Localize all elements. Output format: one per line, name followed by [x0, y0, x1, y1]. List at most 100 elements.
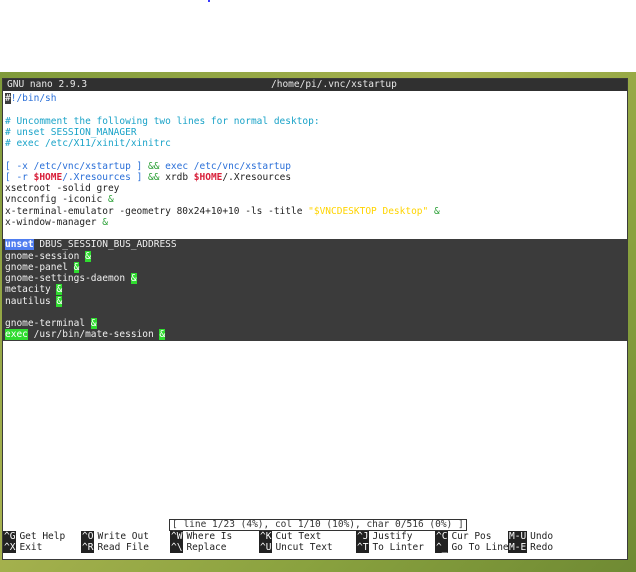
editor-line[interactable]: gnome-settings-daemon &	[3, 273, 627, 285]
shortcut-item[interactable]: ^G Get Help	[3, 531, 65, 542]
shortcut-item[interactable]: ^T To Linter	[356, 542, 424, 553]
code-token: &&	[148, 160, 166, 172]
shortcut-label: To Linter	[372, 542, 424, 553]
code-token: metacity	[5, 284, 57, 296]
shortcut-label: Exit	[19, 542, 43, 553]
editor-line[interactable]: gnome-panel &	[3, 261, 627, 273]
shortcut-label: Where Is	[186, 531, 233, 542]
editor-line[interactable]: gnome-terminal &	[3, 318, 627, 330]
code-token: gnome-terminal	[5, 318, 91, 329]
shortcut-label: Go To Line	[451, 542, 509, 553]
shortcut-item[interactable]: ^\ Replace	[170, 542, 227, 553]
editor-line[interactable]: x-terminal-emulator -geometry 80x24+10+1…	[3, 206, 627, 217]
code-token: xrdb	[165, 171, 194, 183]
code-token: # unset SESSION_MANAGER	[5, 126, 137, 138]
shortcut-label: Cur Pos	[451, 531, 492, 542]
editor-line[interactable]: exec /usr/bin/mate-session &	[3, 329, 627, 341]
code-token: exec /etc/vnc/xstartup	[165, 160, 292, 172]
shortcut-row-2: ^X Exit ^R Read File ^\ Replace ^U Uncut Text ^T…	[3, 542, 627, 553]
code-token: [ -r	[5, 171, 34, 183]
terminal-window[interactable]: GNU nano 2.9.3 /home/pi/.vnc/xstartup #!…	[2, 78, 628, 560]
editor-line[interactable]: x-window-manager &	[3, 217, 627, 228]
shortcut-item[interactable]: ^X Exit	[3, 542, 42, 553]
code-token: x-window-manager	[5, 216, 103, 228]
shortcut-item[interactable]: ^O Write Out	[81, 531, 149, 542]
editor-line[interactable]	[3, 149, 627, 160]
code-token: &	[85, 250, 91, 262]
editor-line[interactable]: # exec /etc/X11/xinit/xinitrc	[3, 138, 627, 149]
code-token: gnome-settings-daemon	[5, 273, 131, 284]
editor-line[interactable]: [ -x /etc/vnc/xstartup ] && exec /etc/vn…	[3, 161, 627, 172]
shortcut-item[interactable]: ^J Justify	[356, 531, 413, 542]
code-token: &	[73, 261, 80, 273]
shortcut-item[interactable]: M-U Undo	[508, 531, 553, 542]
shortcut-key: ^\	[170, 542, 184, 553]
code-token: &&	[148, 171, 166, 183]
code-token: &	[107, 194, 114, 206]
shortcut-label: Read File	[97, 542, 149, 553]
shortcut-label: Cut Text	[275, 531, 322, 542]
shortcut-key: M-U	[508, 531, 528, 542]
code-token: unset	[5, 239, 34, 251]
editor-line[interactable]: #!/bin/sh	[3, 93, 627, 104]
shortcut-item[interactable]: ^R Read File	[81, 542, 149, 553]
shortcut-key: ^J	[356, 531, 370, 542]
shortcut-item[interactable]: ^C Cur Pos	[435, 531, 492, 542]
shortcut-label: Get Help	[19, 531, 66, 542]
shortcut-key: ^T	[356, 542, 370, 553]
app-version: GNU nano 2.9.3	[7, 79, 88, 90]
editor-area[interactable]: #!/bin/sh # Uncomment the following two …	[3, 93, 627, 341]
editor-line[interactable]: gnome-session &	[3, 250, 627, 262]
shortcut-label: Undo	[530, 531, 554, 542]
shortcut-key: ^O	[81, 531, 95, 542]
shortcut-key: ^X	[3, 542, 17, 553]
code-token: &	[159, 329, 166, 341]
code-token: &	[102, 216, 108, 228]
shortcut-item[interactable]: M-E Redo	[508, 542, 553, 553]
code-token: &	[428, 205, 440, 217]
editor-line[interactable]	[3, 228, 627, 239]
shortcut-bar: ^G Get Help ^O Write Out ^W Where Is ^K Cut Tex…	[3, 531, 627, 553]
status-bar: [ line 1/23 (4%), col 1/10 (10%), char 0…	[169, 519, 467, 531]
code-token: [ -x /etc/vnc/xstartup ]	[5, 160, 148, 172]
shortcut-key: ^_	[435, 542, 449, 553]
code-token: /usr/bin/mate-session	[27, 329, 160, 341]
code-token: xsetroot -solid grey	[5, 183, 120, 194]
code-token: "$VNCDESKTOP Desktop"	[308, 205, 429, 217]
shortcut-item[interactable]: ^W Where Is	[170, 531, 232, 542]
code-token: !/bin/sh	[10, 93, 57, 104]
shortcut-key: M-E	[508, 542, 528, 553]
editor-line[interactable]: metacity &	[3, 284, 627, 296]
code-token: DBUS_SESSION_BUS_ADDRESS	[33, 239, 177, 251]
shortcut-key: ^R	[81, 542, 95, 553]
code-token: # Uncomment the following two lines for …	[5, 115, 320, 127]
shortcut-item[interactable]: ^_ Go To Line	[435, 542, 509, 553]
code-token: $HOME	[193, 171, 223, 183]
editor-line[interactable]: # unset SESSION_MANAGER	[3, 127, 627, 138]
shortcut-key: ^K	[259, 531, 273, 542]
code-token: &	[56, 284, 63, 296]
code-token: $HOME	[33, 171, 63, 183]
shortcut-item[interactable]: ^U Uncut Text	[259, 542, 333, 553]
editor-line[interactable]: xsetroot -solid grey	[3, 183, 627, 194]
editor-line[interactable]	[3, 104, 627, 115]
editor-line[interactable]: unset DBUS_SESSION_BUS_ADDRESS	[3, 239, 627, 251]
shortcut-key: ^W	[170, 531, 184, 542]
shortcut-label: Replace	[186, 542, 227, 553]
editor-line[interactable]: [ -r $HOME/.Xresources ] && xrdb $HOME/.…	[3, 172, 627, 183]
shortcut-label: Uncut Text	[275, 542, 333, 553]
shortcut-label: Write Out	[97, 531, 149, 542]
shortcut-label: Redo	[530, 542, 554, 553]
editor-line[interactable]	[3, 306, 627, 318]
code-token: /.Xresources	[222, 171, 292, 183]
editor-line[interactable]: # Uncomment the following two lines for …	[3, 116, 627, 127]
code-token: # exec /etc/X11/xinit/xinitrc	[5, 138, 171, 149]
top-marker	[208, 0, 210, 2]
shortcut-item[interactable]: ^K Cut Text	[259, 531, 321, 542]
code-token: vncconfig -iconic	[5, 194, 108, 206]
editor-line[interactable]: nautilus &	[3, 295, 627, 307]
editor-line[interactable]: vncconfig -iconic &	[3, 194, 627, 205]
code-token: gnome-panel	[5, 261, 74, 273]
shortcut-label: Justify	[372, 531, 413, 542]
nano-titlebar: GNU nano 2.9.3 /home/pi/.vnc/xstartup	[3, 79, 627, 91]
